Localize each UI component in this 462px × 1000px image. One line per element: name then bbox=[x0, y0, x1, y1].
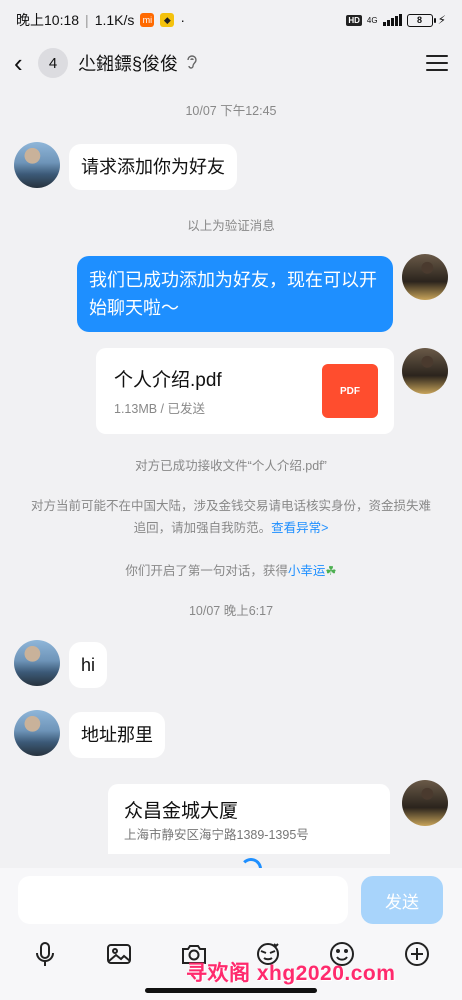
file-meta: 1.13MB / 已发送 bbox=[114, 402, 205, 416]
message-bubble-incoming[interactable]: 请求添加你为好友 bbox=[69, 144, 237, 190]
lucky-link[interactable]: 小幸运 bbox=[288, 564, 326, 578]
timestamp: 10/07 下午12:45 bbox=[185, 104, 277, 118]
security-warning: 对方当前可能不在中国大陆，涉及金钱交易请电话核实身份，资金损失难追回，请加强自我… bbox=[26, 495, 436, 539]
warning-text: 对方当前可能不在中国大陆，涉及金钱交易请电话核实身份，资金损失难追回，请加强自我… bbox=[30, 499, 431, 535]
sprout-icon: ☘ bbox=[325, 564, 337, 578]
location-address: 上海市静安区海宁路1389-1395号 bbox=[124, 828, 309, 842]
chat-header: ‹ 4 尐鎺鏢§俊俊 bbox=[0, 40, 462, 86]
system-note: 以上为验证消息 bbox=[187, 219, 275, 233]
status-time: 晚上10:18 bbox=[16, 12, 80, 28]
contact-avatar[interactable] bbox=[14, 142, 60, 188]
pdf-file-icon: PDF bbox=[322, 364, 378, 418]
message-bubble-outgoing[interactable]: 我们已成功添加为好友，现在可以开始聊天啦～ bbox=[77, 256, 393, 332]
my-avatar[interactable] bbox=[402, 254, 448, 300]
file-message-card[interactable]: 个人介绍.pdf 1.13MB / 已发送 PDF bbox=[96, 348, 394, 434]
hd-icon: HD bbox=[346, 14, 362, 26]
plus-icon[interactable] bbox=[401, 938, 433, 970]
watermark: 寻欢阁 xhg2020.com bbox=[186, 962, 396, 985]
system-note: 对方已成功接收文件“个人介绍.pdf” bbox=[135, 459, 327, 473]
file-name: 个人介绍.pdf bbox=[114, 370, 222, 391]
message-bubble-incoming[interactable]: hi bbox=[69, 642, 108, 688]
first-chat-text: 你们开启了第一句对话，获得 bbox=[125, 564, 288, 578]
contact-avatar[interactable] bbox=[14, 640, 60, 686]
send-button[interactable]: 发送 bbox=[361, 876, 443, 924]
back-button[interactable]: ‹ bbox=[14, 48, 36, 79]
first-chat-note: 你们开启了第一句对话，获得小幸运☘ bbox=[0, 560, 462, 579]
battery-icon: 8 bbox=[406, 13, 436, 27]
my-avatar[interactable] bbox=[402, 780, 448, 826]
home-indicator[interactable] bbox=[145, 988, 317, 993]
location-message-card[interactable]: 众昌金城大厦 上海市静安区海宁路1389-1395号 bbox=[108, 784, 390, 854]
mi-app-icon: mi bbox=[140, 13, 155, 27]
pdf-icon-label: PDF bbox=[340, 385, 360, 397]
status-bar: 晚上10:18 | 1.1K/s mi ◆ · HD 4G 8 ⚡ bbox=[16, 12, 446, 28]
notification-app-icon: ◆ bbox=[160, 13, 175, 27]
battery-level: 8 bbox=[417, 15, 423, 25]
menu-button[interactable] bbox=[426, 55, 448, 71]
contact-avatar[interactable] bbox=[14, 710, 60, 756]
timestamp: 10/07 晚上6:17 bbox=[188, 604, 274, 618]
unread-count-badge[interactable]: 4 bbox=[38, 48, 68, 78]
status-speed: 1.1K/s bbox=[94, 12, 135, 28]
message-bubble-incoming[interactable]: 地址那里 bbox=[69, 712, 165, 758]
signal-icon bbox=[382, 14, 402, 26]
image-icon[interactable] bbox=[103, 938, 135, 970]
ear-icon bbox=[186, 54, 198, 73]
charging-icon: ⚡ bbox=[437, 13, 446, 27]
contact-name[interactable]: 尐鎺鏢§俊俊 bbox=[78, 50, 178, 76]
my-avatar[interactable] bbox=[402, 348, 448, 394]
location-title: 众昌金城大厦 bbox=[124, 801, 239, 822]
view-abnormal-link[interactable]: 查看异常> bbox=[271, 521, 328, 535]
message-input[interactable] bbox=[18, 876, 348, 924]
microphone-icon[interactable] bbox=[29, 938, 61, 970]
network-label: 4G bbox=[366, 15, 378, 25]
more-notifications-dot: · bbox=[180, 12, 186, 28]
